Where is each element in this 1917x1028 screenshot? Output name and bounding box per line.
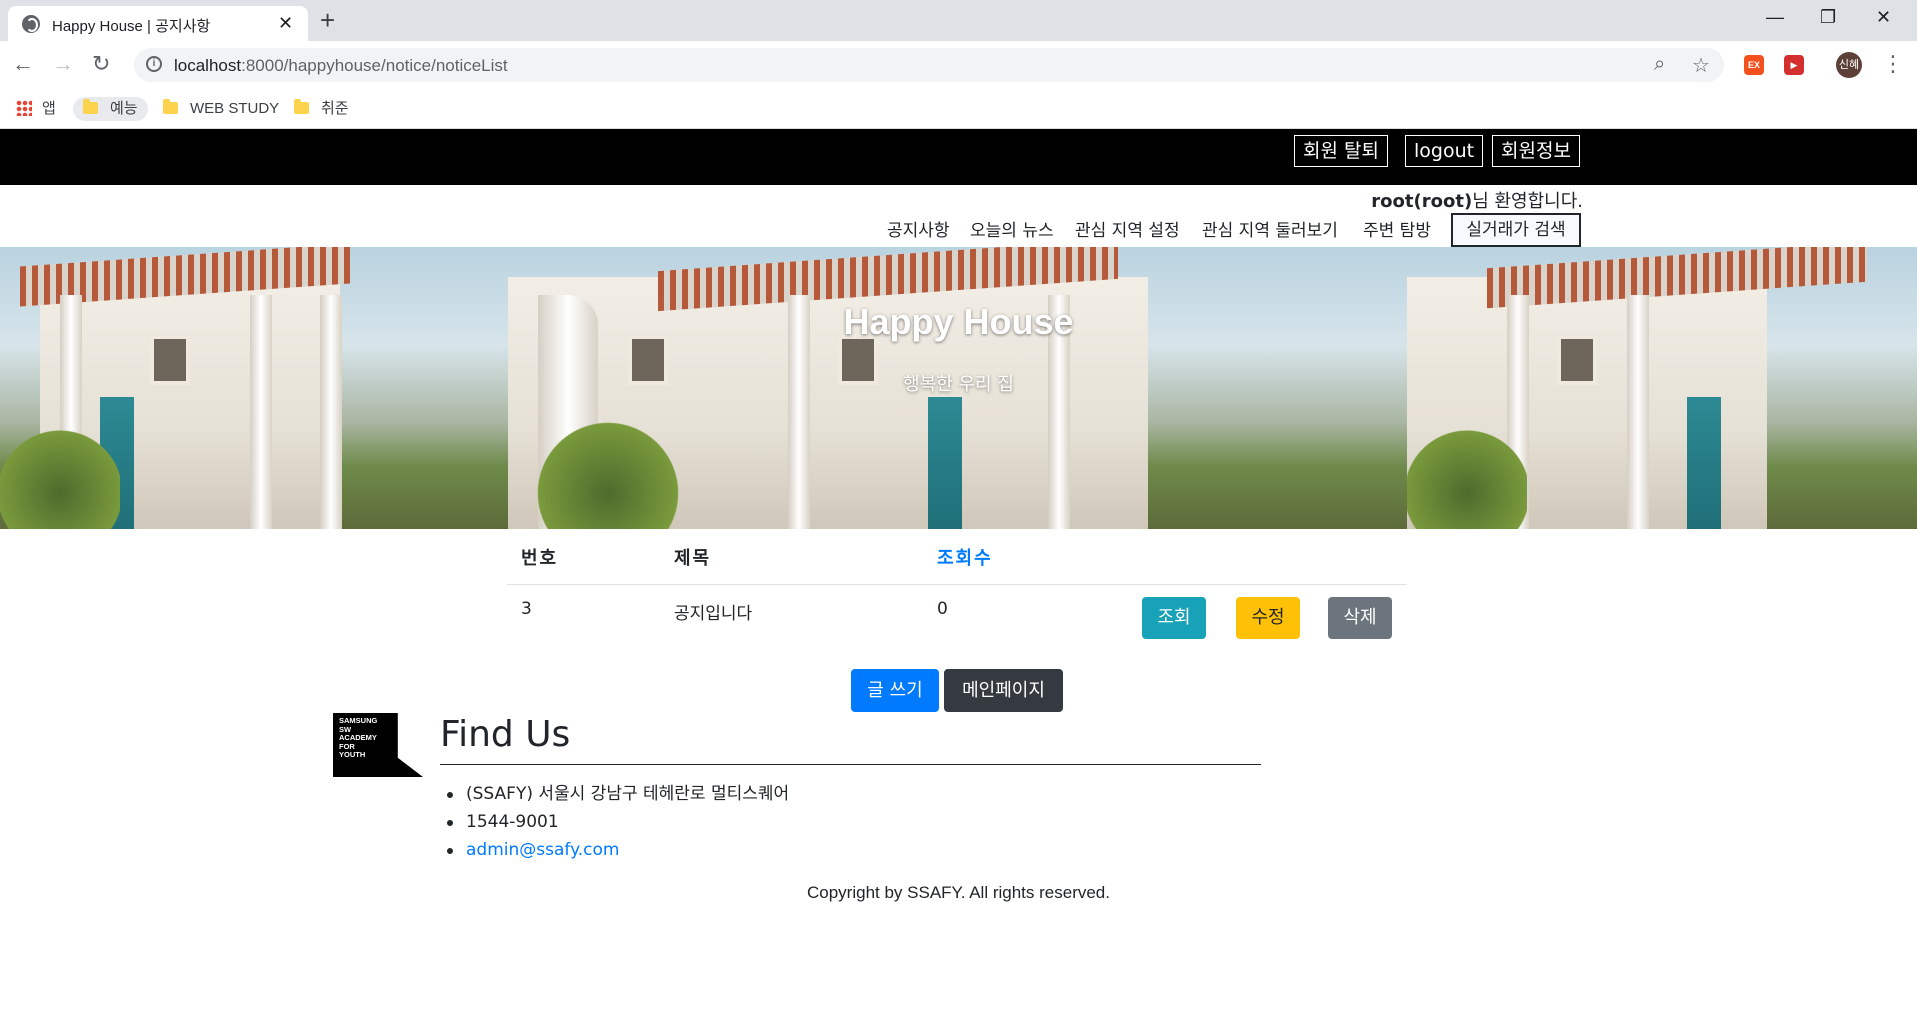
bookmark-folder-entertainment[interactable]: 예능 bbox=[73, 97, 148, 121]
main-page-button[interactable]: 메인페이지 bbox=[944, 669, 1063, 712]
url-path: :8000/happyhouse/notice/noticeList bbox=[241, 56, 508, 75]
apps-grid-icon bbox=[16, 100, 32, 116]
back-arrow-icon[interactable]: ← bbox=[12, 51, 34, 77]
globe-icon bbox=[22, 15, 40, 33]
write-button[interactable]: 글 쓰기 bbox=[851, 669, 939, 712]
header-number: 번호 bbox=[521, 548, 559, 569]
table-header-row: 번호 제목 조회수 bbox=[507, 530, 1407, 585]
address-item: (SSAFY) 서울시 강남구 테헤란로 멀티스퀘어 bbox=[446, 780, 789, 808]
bookmark-label: 앱 bbox=[42, 100, 56, 117]
bookmark-folder-web-study[interactable]: WEB STUDY bbox=[163, 97, 279, 121]
find-us-heading: Find Us bbox=[440, 714, 571, 755]
url-text[interactable]: localhost:8000/happyhouse/notice/noticeL… bbox=[174, 56, 508, 76]
bookmarks-bar: 앱 예능 WEB STUDY 취준 bbox=[0, 89, 1917, 129]
profile-avatar[interactable]: 신혜 bbox=[1836, 52, 1862, 78]
hero-banner: Happy House 행복한 우리 집 bbox=[0, 247, 1917, 529]
bookmark-label: 예능 bbox=[110, 100, 138, 117]
tab-title: Happy House | 공지사항 bbox=[52, 18, 211, 35]
logout-button[interactable]: logout bbox=[1405, 135, 1484, 167]
url-host: localhost bbox=[174, 56, 242, 75]
menu-kebab-icon[interactable]: ⋮ bbox=[1882, 51, 1904, 77]
folder-icon bbox=[163, 99, 178, 114]
view-button[interactable]: 조회 bbox=[1142, 597, 1206, 639]
cell-title: 공지입니다 bbox=[674, 604, 753, 624]
folder-icon bbox=[83, 99, 98, 114]
header-title: 제목 bbox=[674, 548, 712, 569]
browser-tab[interactable]: Happy House | 공지사항 ✕ bbox=[8, 6, 308, 41]
extension-play-icon[interactable]: ▶ bbox=[1784, 55, 1804, 75]
minimize-icon[interactable]: — bbox=[1766, 6, 1784, 28]
browser-tabstrip: Happy House | 공지사항 ✕ + — ❐ ✕ bbox=[0, 0, 1917, 41]
hero-subtitle: 행복한 우리 집 bbox=[903, 374, 1014, 395]
forward-arrow-icon[interactable]: → bbox=[52, 51, 74, 77]
copyright-text: Copyright by SSAFY. All rights reserved. bbox=[807, 883, 1110, 902]
cell-number: 3 bbox=[521, 599, 532, 619]
phone-item: 1544-9001 bbox=[446, 808, 789, 836]
extension-ex-icon[interactable]: EX bbox=[1744, 55, 1764, 75]
withdraw-button[interactable]: 회원 탈퇴 bbox=[1294, 135, 1388, 167]
bookmark-label: WEB STUDY bbox=[190, 100, 280, 117]
folder-icon bbox=[294, 99, 309, 114]
nav-interest-browse[interactable]: 관심 지역 둘러보기 bbox=[1202, 216, 1338, 241]
top-bar: 회원 탈퇴 logout 회원정보 bbox=[0, 129, 1917, 185]
contact-list: (SSAFY) 서울시 강남구 테헤란로 멀티스퀘어 1544-9001 adm… bbox=[446, 780, 789, 864]
reload-icon[interactable]: ↻ bbox=[92, 51, 110, 77]
cell-views: 0 bbox=[937, 599, 948, 619]
divider bbox=[440, 764, 1261, 765]
header-views[interactable]: 조회수 bbox=[937, 544, 993, 570]
delete-button[interactable]: 삭제 bbox=[1328, 597, 1392, 639]
page: 회원 탈퇴 logout 회원정보 root(root)님 환영합니다. 공지사… bbox=[0, 129, 1917, 1028]
new-tab-icon[interactable]: + bbox=[320, 6, 335, 34]
address-bar[interactable]: i localhost:8000/happyhouse/notice/notic… bbox=[134, 48, 1724, 82]
star-icon[interactable]: ☆ bbox=[1692, 53, 1710, 78]
nav-notice[interactable]: 공지사항 bbox=[887, 216, 950, 241]
info-icon[interactable]: i bbox=[146, 56, 162, 72]
welcome-user: root(root) bbox=[1371, 191, 1473, 212]
welcome-suffix: 님 환영합니다. bbox=[1472, 191, 1583, 212]
restore-icon[interactable]: ❐ bbox=[1820, 6, 1836, 28]
edit-button[interactable]: 수정 bbox=[1236, 597, 1300, 639]
zoom-icon[interactable]: ⌕ bbox=[1654, 53, 1665, 76]
table-row: 3 공지입니다 0 조회 수정 삭제 bbox=[507, 585, 1407, 653]
nav-nearby[interactable]: 주변 탐방 bbox=[1363, 216, 1431, 241]
bookmark-apps[interactable]: 앱 bbox=[16, 97, 56, 121]
welcome-message: root(root)님 환영합니다. bbox=[1371, 187, 1583, 213]
window-close-icon[interactable]: ✕ bbox=[1876, 6, 1891, 28]
close-icon[interactable]: ✕ bbox=[278, 13, 293, 33]
browser-toolbar: ← → ↻ i localhost:8000/happyhouse/notice… bbox=[0, 41, 1917, 89]
bookmark-label: 취준 bbox=[321, 100, 349, 117]
nav-price-search-button[interactable]: 실거래가 검색 bbox=[1451, 213, 1581, 247]
nav-interest-setting[interactable]: 관심 지역 설정 bbox=[1075, 216, 1180, 241]
main-nav: 공지사항 오늘의 뉴스 관심 지역 설정 관심 지역 둘러보기 주변 탐방 실거… bbox=[0, 213, 1917, 247]
email-link[interactable]: admin@ssafy.com bbox=[446, 836, 789, 864]
bookmark-folder-job[interactable]: 취준 bbox=[294, 97, 349, 121]
hero-title: Happy House bbox=[843, 301, 1074, 342]
nav-news[interactable]: 오늘의 뉴스 bbox=[970, 216, 1054, 241]
ssafy-logo: SAMSUNG SW ACADEMY FOR YOUTH bbox=[333, 713, 423, 777]
logo-text: SAMSUNG SW ACADEMY FOR YOUTH bbox=[339, 716, 378, 759]
member-info-button[interactable]: 회원정보 bbox=[1492, 135, 1580, 167]
